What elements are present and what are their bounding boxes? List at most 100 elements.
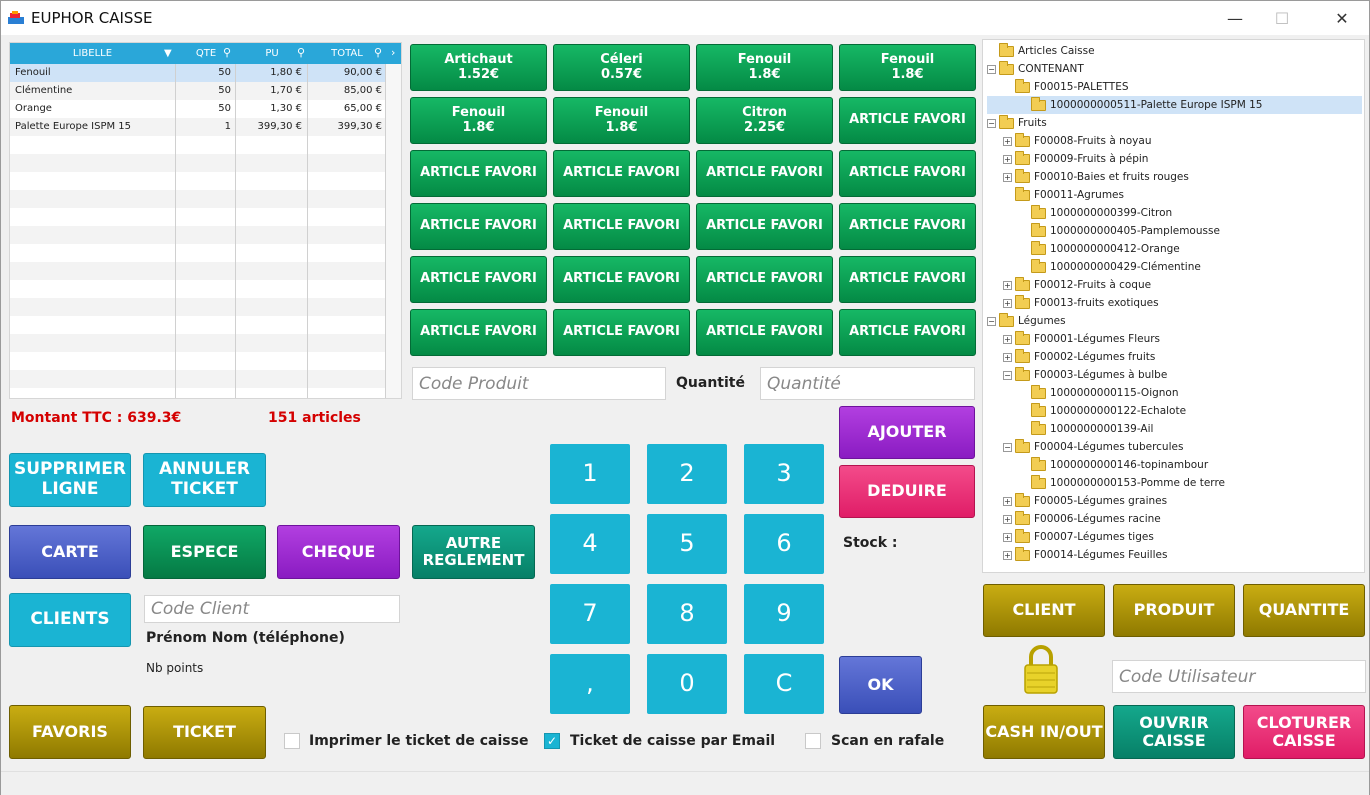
expand-icon[interactable]: +	[1003, 496, 1012, 506]
keypad-key[interactable]: 5	[647, 514, 727, 574]
clients-button[interactable]: CLIENTS	[9, 593, 131, 647]
tree-node[interactable]: F00015-PALETTES	[987, 78, 1362, 96]
collapse-icon[interactable]: −	[987, 118, 996, 128]
keypad-key[interactable]: 8	[647, 584, 727, 644]
expand-icon[interactable]: +	[1003, 172, 1012, 182]
close-button[interactable]: ✕	[1319, 1, 1365, 35]
tree-node[interactable]: 1000000000412-Orange	[987, 240, 1362, 258]
tree-node[interactable]: − Légumes	[987, 312, 1362, 330]
search-icon[interactable]: ⚲	[223, 46, 231, 59]
favorite-article-button[interactable]: ARTICLE FAVORI	[696, 256, 833, 303]
table-row[interactable]: Fenouil 50 1,80 € 90,00 €	[10, 64, 386, 82]
minimize-button[interactable]: —	[1212, 1, 1258, 35]
produit-button[interactable]: PRODUIT	[1113, 584, 1235, 637]
collapse-icon[interactable]: −	[1003, 370, 1012, 380]
lock-icon[interactable]	[1022, 643, 1060, 695]
expand-icon[interactable]: +	[1003, 514, 1012, 524]
favorite-article-button[interactable]: ARTICLE FAVORI	[553, 309, 690, 356]
tree-node[interactable]: + F00001-Légumes Fleurs	[987, 330, 1362, 348]
ajouter-button[interactable]: AJOUTER	[839, 406, 975, 459]
favorite-article-button[interactable]: ARTICLE FAVORI	[410, 203, 547, 250]
keypad-key[interactable]: C	[744, 654, 824, 714]
tree-node[interactable]: 1000000000122-Echalote	[987, 402, 1362, 420]
scan-rafale-checkbox[interactable]	[805, 733, 821, 749]
favorite-article-button[interactable]: Fenouil 1.8€	[839, 44, 976, 91]
expand-icon[interactable]: +	[1003, 280, 1012, 290]
favorite-article-button[interactable]: ARTICLE FAVORI	[696, 203, 833, 250]
cash-in-out-button[interactable]: CASH IN/OUT	[983, 705, 1105, 759]
quantite-button[interactable]: QUANTITE	[1243, 584, 1365, 637]
expand-icon[interactable]: +	[1003, 154, 1012, 164]
favorite-article-button[interactable]: ARTICLE FAVORI	[839, 309, 976, 356]
maximize-button[interactable]: ☐	[1259, 1, 1305, 35]
collapse-icon[interactable]: −	[987, 316, 996, 326]
favorite-article-button[interactable]: ARTICLE FAVORI	[553, 256, 690, 303]
tree-node[interactable]: + F00013-fruits exotiques	[987, 294, 1362, 312]
favorite-article-button[interactable]: ARTICLE FAVORI	[839, 256, 976, 303]
scrollbar[interactable]	[386, 64, 401, 398]
ticket-button[interactable]: TICKET	[143, 706, 266, 759]
table-row[interactable]: Orange 50 1,30 € 65,00 €	[10, 100, 386, 118]
keypad-key[interactable]: 9	[744, 584, 824, 644]
col-header-libelle[interactable]: LIBELLE	[10, 43, 175, 64]
favorite-article-button[interactable]: ARTICLE FAVORI	[839, 203, 976, 250]
favorite-article-button[interactable]: ARTICLE FAVORI	[553, 150, 690, 197]
ok-button[interactable]: OK	[839, 656, 922, 714]
favorite-article-button[interactable]: Citron 2.25€	[696, 97, 833, 144]
collapse-icon[interactable]: −	[987, 64, 996, 74]
search-icon[interactable]: ⚲	[297, 46, 305, 59]
collapse-icon[interactable]: −	[1003, 442, 1012, 452]
tree-node[interactable]: Articles Caisse	[987, 42, 1362, 60]
tree-node[interactable]: + F00005-Légumes graines	[987, 492, 1362, 510]
keypad-key[interactable]: 0	[647, 654, 727, 714]
print-ticket-checkbox[interactable]	[284, 733, 300, 749]
deduire-button[interactable]: DEDUIRE	[839, 465, 975, 518]
keypad-key[interactable]: 7	[550, 584, 630, 644]
tree-node[interactable]: + F00002-Légumes fruits	[987, 348, 1362, 366]
tree-node[interactable]: 1000000000405-Pamplemousse	[987, 222, 1362, 240]
favorite-article-button[interactable]: ARTICLE FAVORI	[410, 309, 547, 356]
keypad-key[interactable]: 6	[744, 514, 824, 574]
tree-node[interactable]: 1000000000399-Citron	[987, 204, 1362, 222]
keypad-key[interactable]: 4	[550, 514, 630, 574]
tree-node[interactable]: 1000000000153-Pomme de terre	[987, 474, 1362, 492]
tree-node[interactable]: 1000000000139-Ail	[987, 420, 1362, 438]
code-client-input[interactable]: Code Client	[144, 595, 400, 623]
tree-node[interactable]: + F00012-Fruits à coque	[987, 276, 1362, 294]
expand-icon[interactable]: +	[1003, 136, 1012, 146]
carte-button[interactable]: CARTE	[9, 525, 131, 579]
tree-node[interactable]: + F00014-Légumes Feuilles	[987, 546, 1362, 564]
tree-node[interactable]: + F00008-Fruits à noyau	[987, 132, 1362, 150]
quantite-input[interactable]: Quantité	[760, 367, 975, 400]
expand-icon[interactable]: +	[1003, 334, 1012, 344]
supprimer-ligne-button[interactable]: SUPPRIMER LIGNE	[9, 453, 131, 507]
favoris-button[interactable]: FAVORIS	[9, 705, 131, 759]
favorite-article-button[interactable]: ARTICLE FAVORI	[696, 150, 833, 197]
favorite-article-button[interactable]: ARTICLE FAVORI	[410, 256, 547, 303]
annuler-ticket-button[interactable]: ANNULER TICKET	[143, 453, 266, 507]
expand-icon[interactable]: +	[1003, 550, 1012, 560]
expand-icon[interactable]: +	[1003, 298, 1012, 308]
favorite-article-button[interactable]: Céleri 0.57€	[553, 44, 690, 91]
favorite-article-button[interactable]: Fenouil 1.8€	[410, 97, 547, 144]
tree-node[interactable]: 1000000000511-Palette Europe ISPM 15	[987, 96, 1362, 114]
espece-button[interactable]: ESPECE	[143, 525, 266, 579]
table-row[interactable]: Palette Europe ISPM 15 1 399,30 € 399,30 €	[10, 118, 386, 136]
autre-reglement-button[interactable]: AUTRE REGLEMENT	[412, 525, 535, 579]
tree-node[interactable]: 1000000000115-Oignon	[987, 384, 1362, 402]
tree-node[interactable]: + F00009-Fruits à pépin	[987, 150, 1362, 168]
favorite-article-button[interactable]: Fenouil 1.8€	[696, 44, 833, 91]
search-icon[interactable]: ⚲	[374, 46, 382, 59]
favorite-article-button[interactable]: ARTICLE FAVORI	[410, 150, 547, 197]
tree-node[interactable]: 1000000000146-topinambour	[987, 456, 1362, 474]
code-utilisateur-input[interactable]: Code Utilisateur	[1112, 660, 1366, 693]
favorite-article-button[interactable]: ARTICLE FAVORI	[696, 309, 833, 356]
tree-node[interactable]: F00011-Agrumes	[987, 186, 1362, 204]
tree-node[interactable]: + F00006-Légumes racine	[987, 510, 1362, 528]
tree-node[interactable]: + F00007-Légumes tiges	[987, 528, 1362, 546]
favorite-article-button[interactable]: ARTICLE FAVORI	[839, 97, 976, 144]
favorite-article-button[interactable]: ARTICLE FAVORI	[839, 150, 976, 197]
tree-node[interactable]: + F00010-Baies et fruits rouges	[987, 168, 1362, 186]
expand-icon[interactable]: +	[1003, 532, 1012, 542]
tree-node[interactable]: − Fruits	[987, 114, 1362, 132]
